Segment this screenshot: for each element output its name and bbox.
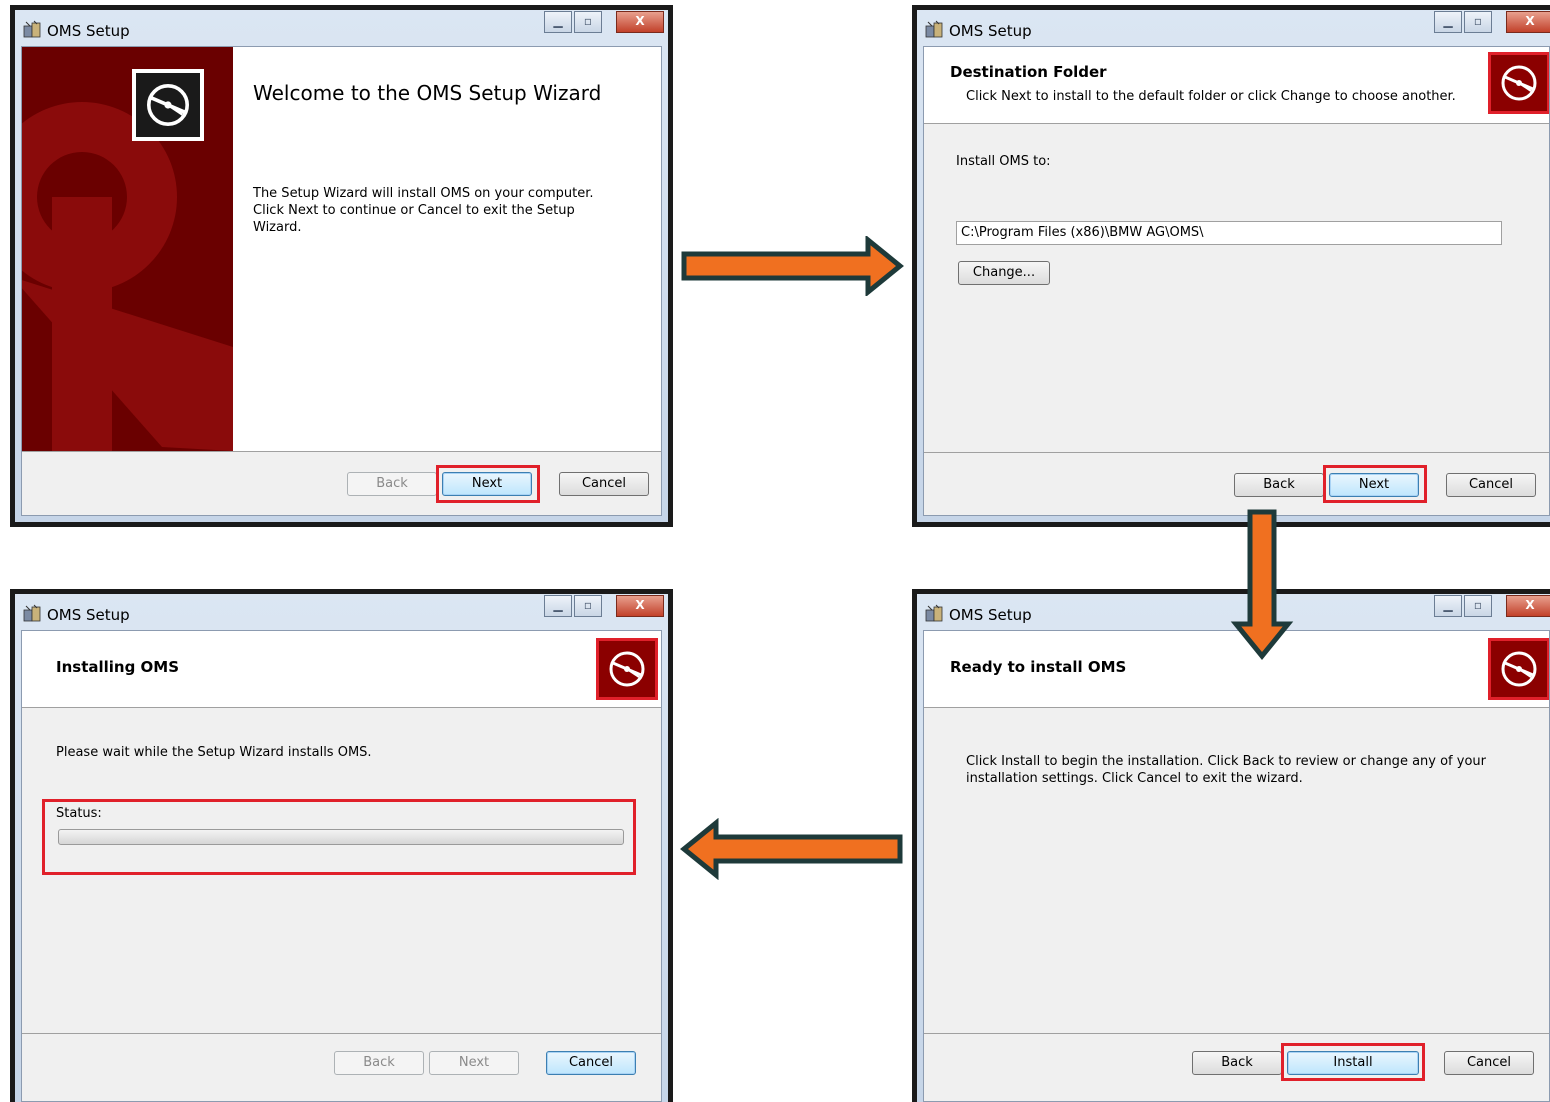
maximize-button[interactable]: ▫ (574, 11, 602, 33)
cancel-button[interactable]: Cancel (1444, 1051, 1534, 1075)
arrow-down-icon (1230, 509, 1294, 660)
ready-window: OMS Setup ▁ ▫ X Ready to install OMS Cli… (912, 589, 1550, 1102)
next-highlight (436, 465, 540, 503)
window-frame: OMS Setup ▁ ▫ X Welcome to the OMS Setup (15, 10, 668, 522)
wizard-logo (132, 69, 204, 141)
close-button[interactable]: X (616, 11, 664, 33)
header-logo (596, 638, 658, 700)
next-highlight (1323, 465, 1427, 503)
wizard-client-area: Ready to install OMS Click Install to be… (923, 630, 1550, 1102)
maximize-button[interactable]: ▫ (574, 595, 602, 617)
install-progress-bar (58, 829, 624, 845)
wizard-client-area: Welcome to the OMS Setup Wizard The Setu… (21, 46, 662, 516)
setup-app-icon (23, 604, 41, 622)
window-title: OMS Setup (949, 606, 1032, 624)
window-frame: OMS Setup ▁ ▫ X Installing OMS Please wa… (15, 594, 668, 1102)
close-button[interactable]: X (1506, 11, 1550, 33)
welcome-content: Welcome to the OMS Setup Wizard The Setu… (233, 47, 661, 451)
window-frame: OMS Setup ▁ ▫ X Destination Folder Click… (917, 10, 1550, 522)
header-band: Destination Folder Click Next to install… (924, 47, 1549, 124)
footer-divider (924, 452, 1549, 453)
arrow-right-icon (681, 236, 904, 296)
cancel-button[interactable]: Cancel (559, 472, 649, 496)
footer-divider (22, 1033, 661, 1034)
setup-app-icon (23, 20, 41, 38)
header-band: Installing OMS (22, 631, 661, 708)
close-button[interactable]: X (616, 595, 664, 617)
cancel-button[interactable]: Cancel (546, 1051, 636, 1075)
next-button[interactable]: Next (429, 1051, 519, 1075)
disc-icon (609, 651, 645, 687)
change-button[interactable]: Change... (958, 261, 1050, 285)
disc-icon (1501, 65, 1537, 101)
window-frame: OMS Setup ▁ ▫ X Ready to install OMS Cli… (917, 594, 1550, 1102)
header-title: Installing OMS (56, 658, 180, 676)
install-highlight (1281, 1043, 1425, 1081)
install-path-field[interactable]: C:\Program Files (x86)\BMW AG\OMS\ (956, 221, 1502, 245)
header-title: Destination Folder (950, 63, 1107, 81)
minimize-button[interactable]: ▁ (1434, 11, 1462, 33)
installing-window: OMS Setup ▁ ▫ X Installing OMS Please wa… (10, 589, 673, 1102)
installing-message: Please wait while the Setup Wizard insta… (56, 745, 372, 760)
maximize-button[interactable]: ▫ (1464, 11, 1492, 33)
back-button[interactable]: Back (347, 472, 437, 496)
destination-window: OMS Setup ▁ ▫ X Destination Folder Click… (912, 5, 1550, 527)
wizard-client-area: Installing OMS Please wait while the Set… (21, 630, 662, 1102)
install-to-label: Install OMS to: (956, 154, 1051, 169)
cancel-button[interactable]: Cancel (1446, 473, 1536, 497)
back-button[interactable]: Back (1234, 473, 1324, 497)
welcome-window: OMS Setup ▁ ▫ X Welcome to the OMS Setup (10, 5, 673, 527)
setup-app-icon (925, 604, 943, 622)
close-button[interactable]: X (1506, 595, 1550, 617)
window-title: OMS Setup (949, 22, 1032, 40)
minimize-button[interactable]: ▁ (544, 11, 572, 33)
header-logo (1488, 638, 1549, 700)
wizard-client-area: Destination Folder Click Next to install… (923, 46, 1550, 516)
header-subtitle: Click Next to install to the default fol… (966, 89, 1456, 104)
window-title: OMS Setup (47, 22, 130, 40)
disc-icon (1501, 651, 1537, 687)
maximize-button[interactable]: ▫ (1464, 595, 1492, 617)
ready-message: Click Install to begin the installation.… (966, 754, 1486, 786)
back-button[interactable]: Back (334, 1051, 424, 1075)
disc-icon (147, 84, 189, 126)
arrow-left-icon (680, 818, 903, 880)
welcome-title: Welcome to the OMS Setup Wizard (253, 81, 602, 105)
footer-divider (22, 451, 661, 452)
welcome-banner (22, 47, 233, 451)
footer-divider (924, 1033, 1549, 1034)
header-logo (1488, 52, 1549, 114)
header-title: Ready to install OMS (950, 658, 1127, 676)
welcome-body: The Setup Wizard will install OMS on you… (253, 186, 594, 235)
window-title: OMS Setup (47, 606, 130, 624)
minimize-button[interactable]: ▁ (1434, 595, 1462, 617)
minimize-button[interactable]: ▁ (544, 595, 572, 617)
setup-app-icon (925, 20, 943, 38)
back-button[interactable]: Back (1192, 1051, 1282, 1075)
status-label: Status: (56, 806, 102, 821)
